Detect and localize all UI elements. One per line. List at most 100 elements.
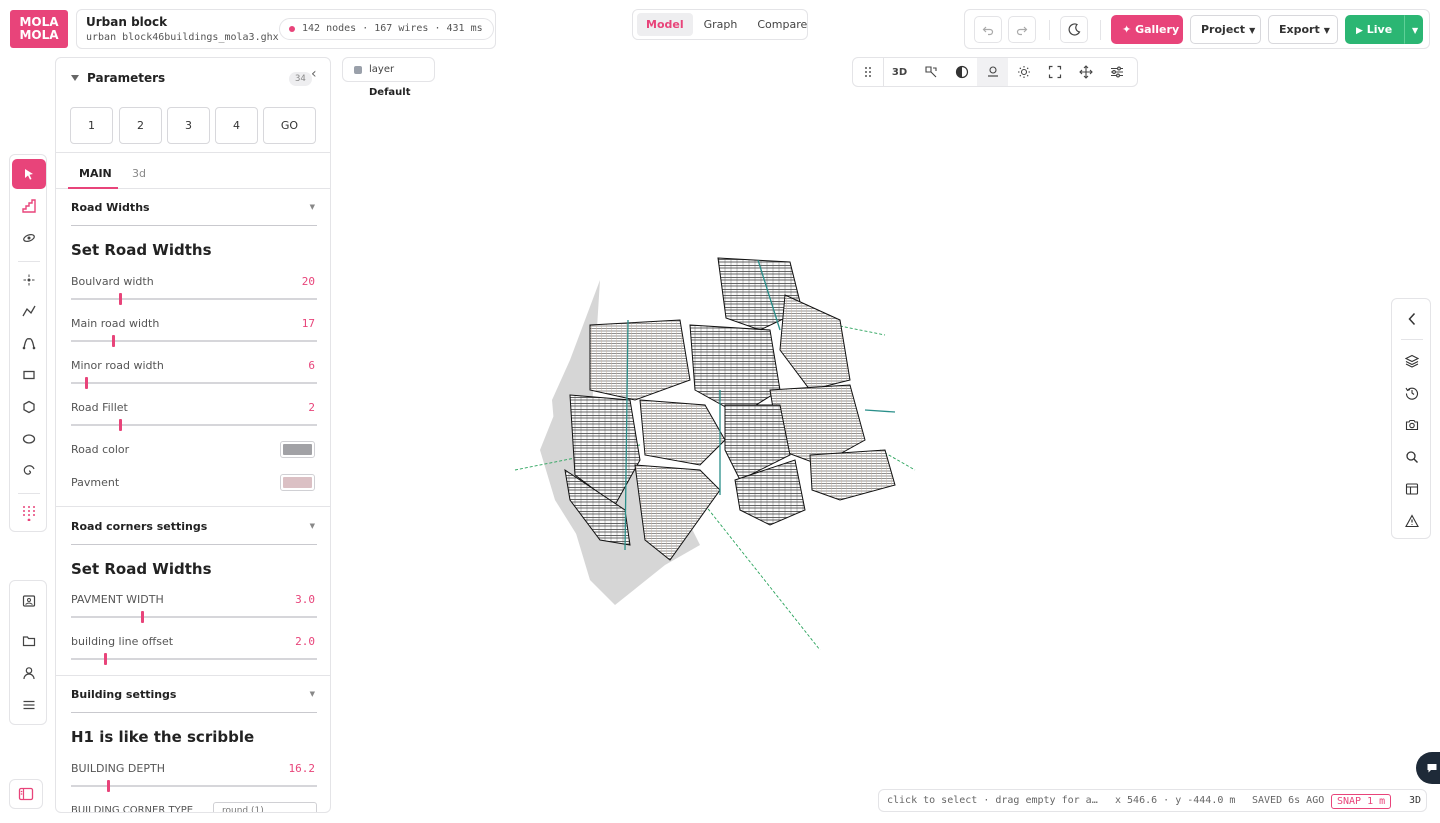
- account-button[interactable]: [11, 658, 47, 688]
- warnings-button[interactable]: [1397, 507, 1427, 535]
- undo-button[interactable]: [974, 16, 1002, 43]
- view-settings-button[interactable]: [1101, 58, 1132, 86]
- orbit-tool[interactable]: [11, 223, 47, 253]
- tab-main[interactable]: MAIN: [79, 167, 112, 180]
- contrast-button[interactable]: [946, 58, 977, 86]
- ground-shadow-button[interactable]: [977, 58, 1008, 86]
- ellipse-tool[interactable]: [11, 424, 47, 454]
- chevron-left-icon: [1408, 312, 1416, 326]
- collapse-right-button[interactable]: [1397, 305, 1427, 333]
- building-corner-type-select[interactable]: round (1): [213, 802, 317, 812]
- live-button[interactable]: ▶ Live: [1345, 15, 1404, 44]
- slider-thumb[interactable]: [104, 653, 108, 665]
- project-menu-button[interactable]: Project ▼: [1190, 15, 1261, 44]
- perspective-button[interactable]: [915, 58, 946, 86]
- tab-compare[interactable]: Compare: [748, 13, 816, 36]
- preset-button-4[interactable]: 4: [215, 107, 258, 144]
- slider-value[interactable]: 6: [308, 359, 315, 372]
- slider-pavment-width[interactable]: [71, 611, 317, 623]
- active-tab-underline: [68, 187, 118, 189]
- view-3d-button[interactable]: 3D: [884, 58, 915, 86]
- tab-model[interactable]: Model: [637, 13, 693, 36]
- preset-button-2[interactable]: 2: [119, 107, 162, 144]
- polygon-tool[interactable]: [11, 392, 47, 422]
- chat-launcher-button[interactable]: [1416, 752, 1440, 784]
- slider-building-depth[interactable]: [71, 780, 317, 792]
- export-menu-button[interactable]: Export ▼: [1268, 15, 1338, 44]
- chevron-down-icon: ▼: [309, 203, 315, 211]
- pan-button[interactable]: [1070, 58, 1101, 86]
- layers-button[interactable]: [1397, 347, 1427, 375]
- menu-button[interactable]: [11, 690, 47, 720]
- chevron-down-icon: ▼: [309, 522, 315, 530]
- slider-value[interactable]: 2.0: [295, 635, 315, 648]
- section-header-road-widths[interactable]: Road Widths ▼: [71, 201, 317, 221]
- redo-button[interactable]: [1008, 16, 1036, 43]
- collapse-panel-icon[interactable]: ‹: [311, 66, 317, 82]
- snapshot-button[interactable]: [1397, 411, 1427, 439]
- slider-road-fillet[interactable]: [71, 419, 317, 431]
- select-tool[interactable]: [12, 159, 46, 189]
- search-button[interactable]: [1397, 443, 1427, 471]
- sun-icon: [1017, 66, 1030, 78]
- app-logo[interactable]: MOLA MOLA: [10, 10, 68, 48]
- slider-label: PAVMENT WIDTH: [71, 593, 164, 606]
- slider-thumb[interactable]: [119, 293, 123, 305]
- tab-graph[interactable]: Graph: [695, 13, 747, 36]
- live-options-button[interactable]: ▼: [1404, 15, 1423, 44]
- fit-view-button[interactable]: [1039, 58, 1070, 86]
- curve-tool[interactable]: [11, 328, 47, 358]
- tab-3d[interactable]: 3d: [132, 167, 146, 180]
- panel-toggle-button[interactable]: [9, 779, 43, 809]
- layer-color-swatch: [354, 66, 362, 74]
- stairs-tool[interactable]: [11, 191, 47, 221]
- 3d-model-viewport[interactable]: [440, 240, 940, 660]
- perspective-icon: [924, 66, 937, 78]
- layout-button[interactable]: [1397, 475, 1427, 503]
- image-import-button[interactable]: [11, 586, 47, 616]
- section-header-building-settings[interactable]: Building settings ▼: [71, 688, 317, 708]
- preset-button-1[interactable]: 1: [70, 107, 113, 144]
- slider-thumb[interactable]: [111, 335, 115, 347]
- theme-toggle-button[interactable]: [1060, 16, 1088, 43]
- play-icon: ▶: [1356, 26, 1363, 36]
- slider-main-road-width[interactable]: [71, 335, 317, 347]
- history-button[interactable]: [1397, 379, 1427, 407]
- slider-value[interactable]: 20: [302, 275, 315, 288]
- slider-value[interactable]: 3.0: [295, 593, 315, 606]
- slider-value[interactable]: 2: [308, 401, 315, 414]
- view-mode-indicator[interactable]: 3D: [1409, 790, 1421, 811]
- grid-tool[interactable]: [11, 498, 47, 528]
- road-color-swatch[interactable]: [280, 441, 315, 458]
- rectangle-tool[interactable]: [11, 360, 47, 390]
- slider-value[interactable]: 17: [302, 317, 315, 330]
- gallery-button[interactable]: ✦ Gallery: [1111, 15, 1183, 44]
- parameters-header[interactable]: Parameters 34 ‹: [56, 58, 330, 98]
- polyline-tool[interactable]: [11, 296, 47, 326]
- caret-down-icon: ▼: [1412, 26, 1419, 35]
- point-tool[interactable]: [11, 265, 47, 295]
- project-title[interactable]: Urban block: [86, 15, 167, 29]
- open-folder-button[interactable]: [11, 626, 47, 656]
- slider-thumb[interactable]: [84, 377, 88, 389]
- preset-go-button[interactable]: GO: [263, 107, 316, 144]
- slider-thumb[interactable]: [119, 419, 123, 431]
- pavment-color-swatch[interactable]: [280, 474, 315, 491]
- hamburger-icon: [23, 700, 35, 710]
- section-title: Road corners settings: [71, 520, 208, 533]
- drag-handle[interactable]: [853, 58, 884, 86]
- layer-chip[interactable]: layer Default: [342, 57, 435, 98]
- slider-minor-road-width[interactable]: [71, 377, 317, 389]
- slider-thumb[interactable]: [141, 611, 145, 623]
- lighting-button[interactable]: [1008, 58, 1039, 86]
- slider-boulvard-width[interactable]: [71, 293, 317, 305]
- section-header-road-corners[interactable]: Road corners settings ▼: [71, 520, 317, 540]
- slider-thumb[interactable]: [106, 780, 110, 792]
- building-corner-type-label: BUILDING CORNER TYPE: [71, 805, 194, 813]
- preset-button-3[interactable]: 3: [167, 107, 210, 144]
- slider-label: Road Fillet: [71, 401, 128, 414]
- slider-building-line-offset[interactable]: [71, 653, 317, 665]
- slider-value[interactable]: 16.2: [289, 762, 316, 775]
- snap-toggle[interactable]: SNAP 1 m: [1331, 794, 1392, 809]
- spiral-tool[interactable]: [11, 456, 47, 486]
